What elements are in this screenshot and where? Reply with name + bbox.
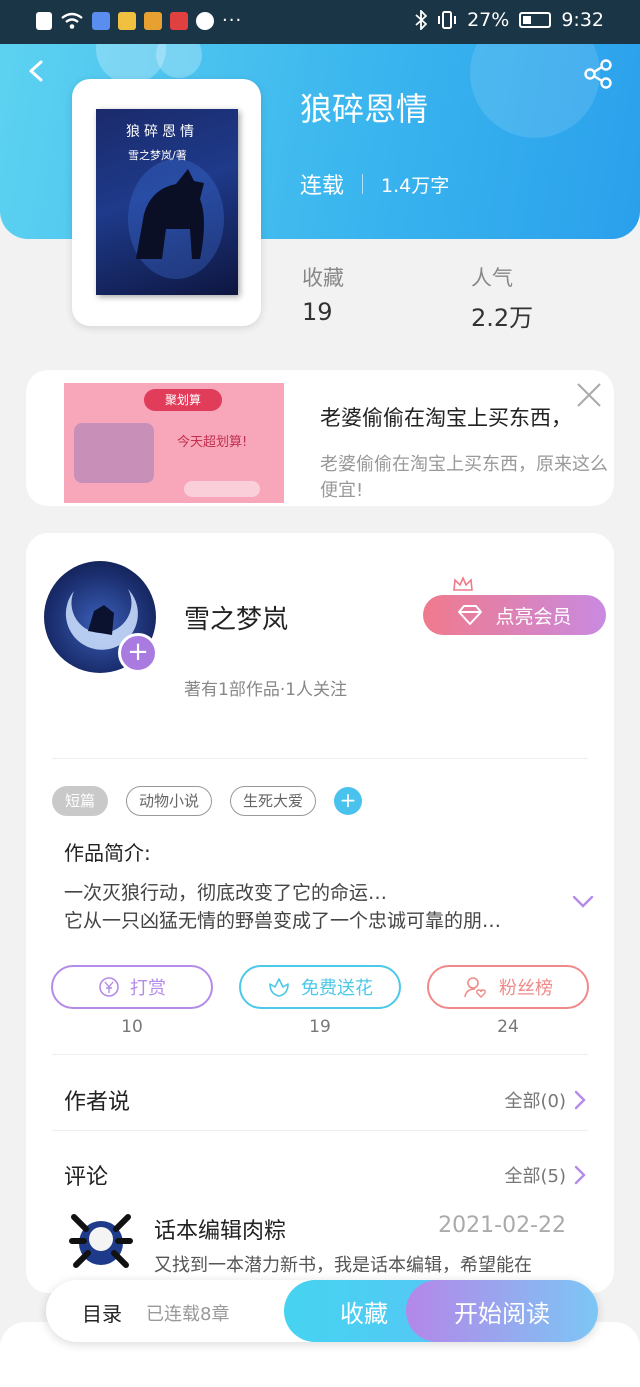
toc-button[interactable]: 目录: [82, 1298, 122, 1327]
flower-count: 19: [309, 1017, 331, 1037]
collect-label: 收藏: [302, 266, 344, 290]
flower-icon: [269, 978, 289, 997]
bottom-action-bar: 目录 已连载8章 收藏 开始阅读: [46, 1280, 598, 1342]
intro-text[interactable]: 一次灭狼行动，彻底改变了它的命运… 它从一只凶猛无情的野兽变成了一个忠诚可靠的朋…: [64, 879, 554, 935]
tag-item[interactable]: 生死大爱: [230, 786, 317, 816]
yen-coin-icon: [99, 977, 119, 997]
bluetooth-icon: [415, 10, 428, 30]
reward-label: 打赏: [130, 978, 166, 999]
author-name[interactable]: 雪之梦岚: [184, 599, 288, 636]
close-icon[interactable]: [576, 382, 602, 408]
divider: [52, 758, 588, 759]
battery-icon: [519, 12, 552, 28]
vibrate-icon: [438, 11, 457, 29]
wolf-illustration: [128, 159, 224, 279]
wifi-icon: [61, 12, 83, 29]
divider: [52, 1054, 588, 1055]
more-notifications-dots: ···: [222, 10, 243, 31]
tag-list: 短篇 动物小说 生死大爱 +: [52, 786, 363, 816]
commenter-avatar[interactable]: [66, 1205, 136, 1275]
sina-app-icon: [118, 11, 136, 30]
intro-line: 一次灭狼行动，彻底改变了它的命运…: [64, 882, 388, 904]
book-title: 狼碎恩情: [300, 90, 429, 128]
author-says-more-label: 全部(0): [504, 1091, 567, 1112]
music-app-icon: [92, 11, 110, 30]
vip-button[interactable]: 点亮会员: [423, 595, 606, 635]
ad-image: 聚划算 今天超划算!: [64, 383, 284, 503]
author-meta: 著有1部作品·1人关注: [184, 680, 348, 700]
commenter-name[interactable]: 话本编辑肉粽: [154, 1213, 286, 1245]
fans-count: 24: [497, 1017, 519, 1037]
popularity-label: 人气: [471, 266, 513, 290]
ad-description: 老婆偷偷在淘宝上买东西，原来这么便宜!: [320, 454, 608, 501]
author-says-more[interactable]: 全部(0): [505, 1087, 587, 1113]
ad-banner[interactable]: 聚划算 今天超划算! 老婆偷偷在淘宝上买东西， 老婆偷偷在淘宝上买东西，原来这么…: [26, 370, 614, 506]
follow-author-button[interactable]: +: [118, 633, 158, 673]
ad-image-headline: 今天超划算!: [177, 435, 248, 450]
divider: [52, 1130, 588, 1131]
popularity-value: 2.2万: [471, 304, 534, 332]
chapter-count: 已连载8章: [146, 1304, 230, 1325]
comment-date: 2021-02-22: [438, 1213, 566, 1238]
comments-more-label: 全部(5): [504, 1166, 567, 1187]
tag-item[interactable]: 动物小说: [126, 786, 213, 816]
book-cover[interactable]: 狼碎恩情 雪之梦岚/著: [72, 79, 261, 326]
fans-label: 粉丝榜: [499, 978, 553, 999]
book-detail-card: + 雪之梦岚 著有1部作品·1人关注 点亮会员 短篇 动物小说 生死大爱 + 作…: [26, 533, 614, 1293]
battery-percent: 27%: [467, 9, 510, 31]
comment-text[interactable]: 又找到一本潜力新书，我是话本编辑，希望能在: [154, 1251, 532, 1277]
browser-app-icon: [196, 11, 214, 30]
add-tag-button[interactable]: +: [334, 787, 363, 815]
share-icon[interactable]: [582, 58, 614, 90]
comments-more[interactable]: 全部(5): [505, 1162, 587, 1188]
book-status-line: 连载 1.4万字: [300, 168, 449, 200]
chevron-down-icon[interactable]: [572, 895, 594, 909]
author-says-title: 作者说: [64, 1090, 131, 1115]
vip-label: 点亮会员: [495, 605, 572, 628]
intro-line: 它从一只凶猛无情的野兽变成了一个忠诚可靠的朋…: [64, 910, 502, 932]
reward-button[interactable]: 打赏: [51, 965, 213, 1009]
user-heart-icon: [464, 977, 486, 998]
send-flower-button[interactable]: 免费送花: [239, 965, 401, 1009]
back-icon[interactable]: [26, 60, 48, 82]
word-count: 1.4万字: [381, 174, 450, 197]
start-reading-button[interactable]: 开始阅读: [406, 1280, 598, 1342]
tag-item[interactable]: 短篇: [52, 786, 109, 816]
bread-illustration: [74, 423, 154, 483]
flower-label: 免费送花: [301, 978, 373, 999]
intro-title: 作品简介:: [64, 841, 151, 865]
book-cover-image: 狼碎恩情 雪之梦岚/著: [96, 109, 238, 295]
status-bar: ··· 27% 9:32: [0, 0, 640, 44]
ad-image-tag: 聚划算: [144, 389, 222, 411]
notification-icon: [36, 11, 52, 30]
clock: 9:32: [561, 9, 604, 31]
chevron-right-icon: [574, 1090, 586, 1110]
fans-rank-button[interactable]: 粉丝榜: [427, 965, 589, 1009]
ad-image-button: [184, 481, 260, 497]
weibo-app-icon: [144, 11, 162, 30]
crown-icon: [453, 575, 473, 591]
reward-count: 10: [121, 1017, 143, 1037]
sina-news-app-icon: [170, 11, 188, 30]
ad-title: 老婆偷偷在淘宝上买东西，: [320, 406, 572, 430]
collect-value: 19: [302, 298, 333, 326]
diamond-icon: [458, 605, 483, 625]
serial-status: 连载: [300, 174, 345, 199]
comments-title: 评论: [64, 1165, 109, 1190]
chevron-right-icon: [574, 1165, 586, 1185]
